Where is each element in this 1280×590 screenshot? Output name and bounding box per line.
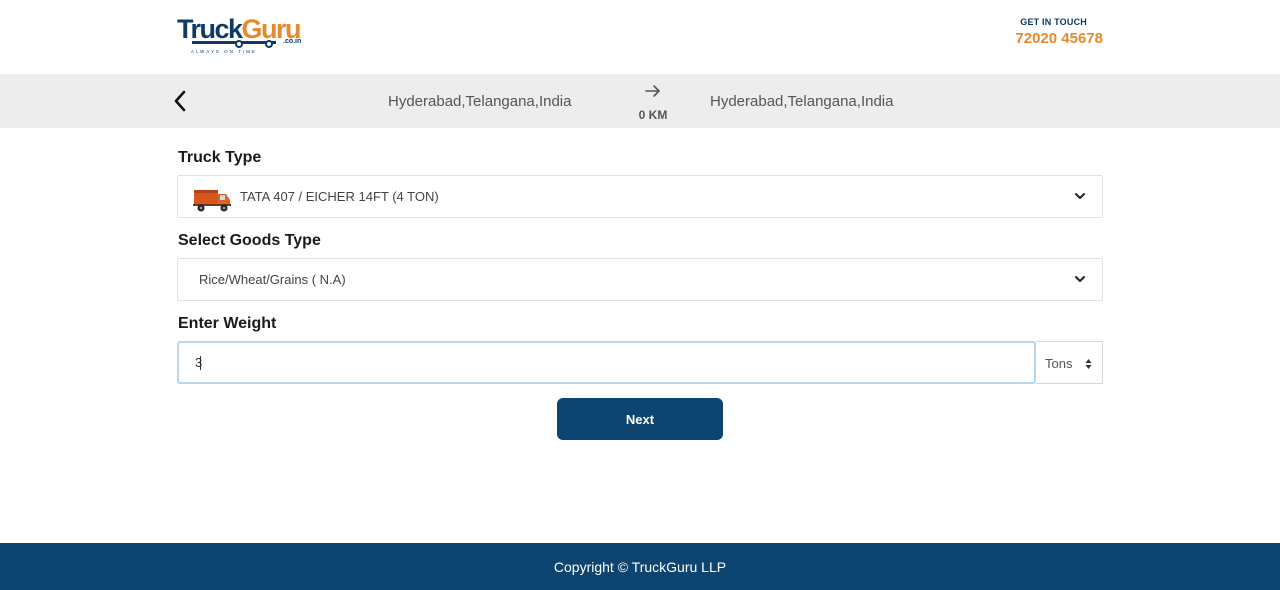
arrow-right-icon: [645, 85, 660, 97]
weight-unit-value: Tons: [1045, 356, 1073, 371]
logo-wheel-icon: [235, 40, 243, 48]
footer: Copyright © TruckGuru LLP: [0, 543, 1280, 590]
logo-tagline: ALWAYS ON TIME: [191, 49, 257, 54]
route-destination: Hyderabad,Telangana,India: [710, 93, 894, 110]
copyright-text: Copyright © TruckGuru LLP: [553, 558, 727, 575]
chevron-left-icon: [174, 90, 186, 112]
contact-phone[interactable]: 72020 45678: [1015, 30, 1103, 47]
contact-label: GET IN TOUCH: [1020, 17, 1087, 27]
logo-wheel-icon: [265, 40, 273, 48]
route-distance: 0 KM: [638, 108, 668, 122]
weight-label: Enter Weight: [178, 315, 277, 332]
contact-block: GET IN TOUCH 72020 45678: [1015, 17, 1103, 47]
logo-truck-bar: [192, 41, 276, 44]
goods-type-label: Select Goods Type: [178, 232, 321, 249]
chevron-down-icon: [1075, 276, 1085, 282]
route-origin: Hyderabad,Telangana,India: [388, 93, 572, 110]
truck-type-select[interactable]: TATA 407 / EICHER 14FT (4 TON): [177, 175, 1103, 218]
back-button[interactable]: [168, 88, 192, 114]
truckguru-logo[interactable]: TruckGuru .co.in ALWAYS ON TIME: [177, 14, 302, 56]
logo-domain: .co.in: [283, 38, 302, 45]
goods-type-select[interactable]: Rice/Wheat/Grains ( N.A): [177, 258, 1103, 301]
truck-type-label: Truck Type: [178, 149, 262, 166]
header: TruckGuru .co.in ALWAYS ON TIME GET IN T…: [0, 0, 1280, 74]
truck-type-value: TATA 407 / EICHER 14FT (4 TON): [240, 189, 439, 204]
weight-unit-select[interactable]: Tons: [1036, 341, 1103, 384]
truck-image-icon: [193, 190, 231, 212]
route-bar: Hyderabad,Telangana,India 0 KM Hyderabad…: [0, 74, 1280, 128]
next-button[interactable]: Next: [557, 398, 723, 440]
goods-type-value: Rice/Wheat/Grains ( N.A): [199, 272, 346, 287]
chevron-down-icon: [1075, 193, 1085, 199]
weight-input[interactable]: [177, 341, 1036, 384]
sort-arrows-icon: [1085, 359, 1092, 369]
text-caret: [200, 356, 201, 370]
